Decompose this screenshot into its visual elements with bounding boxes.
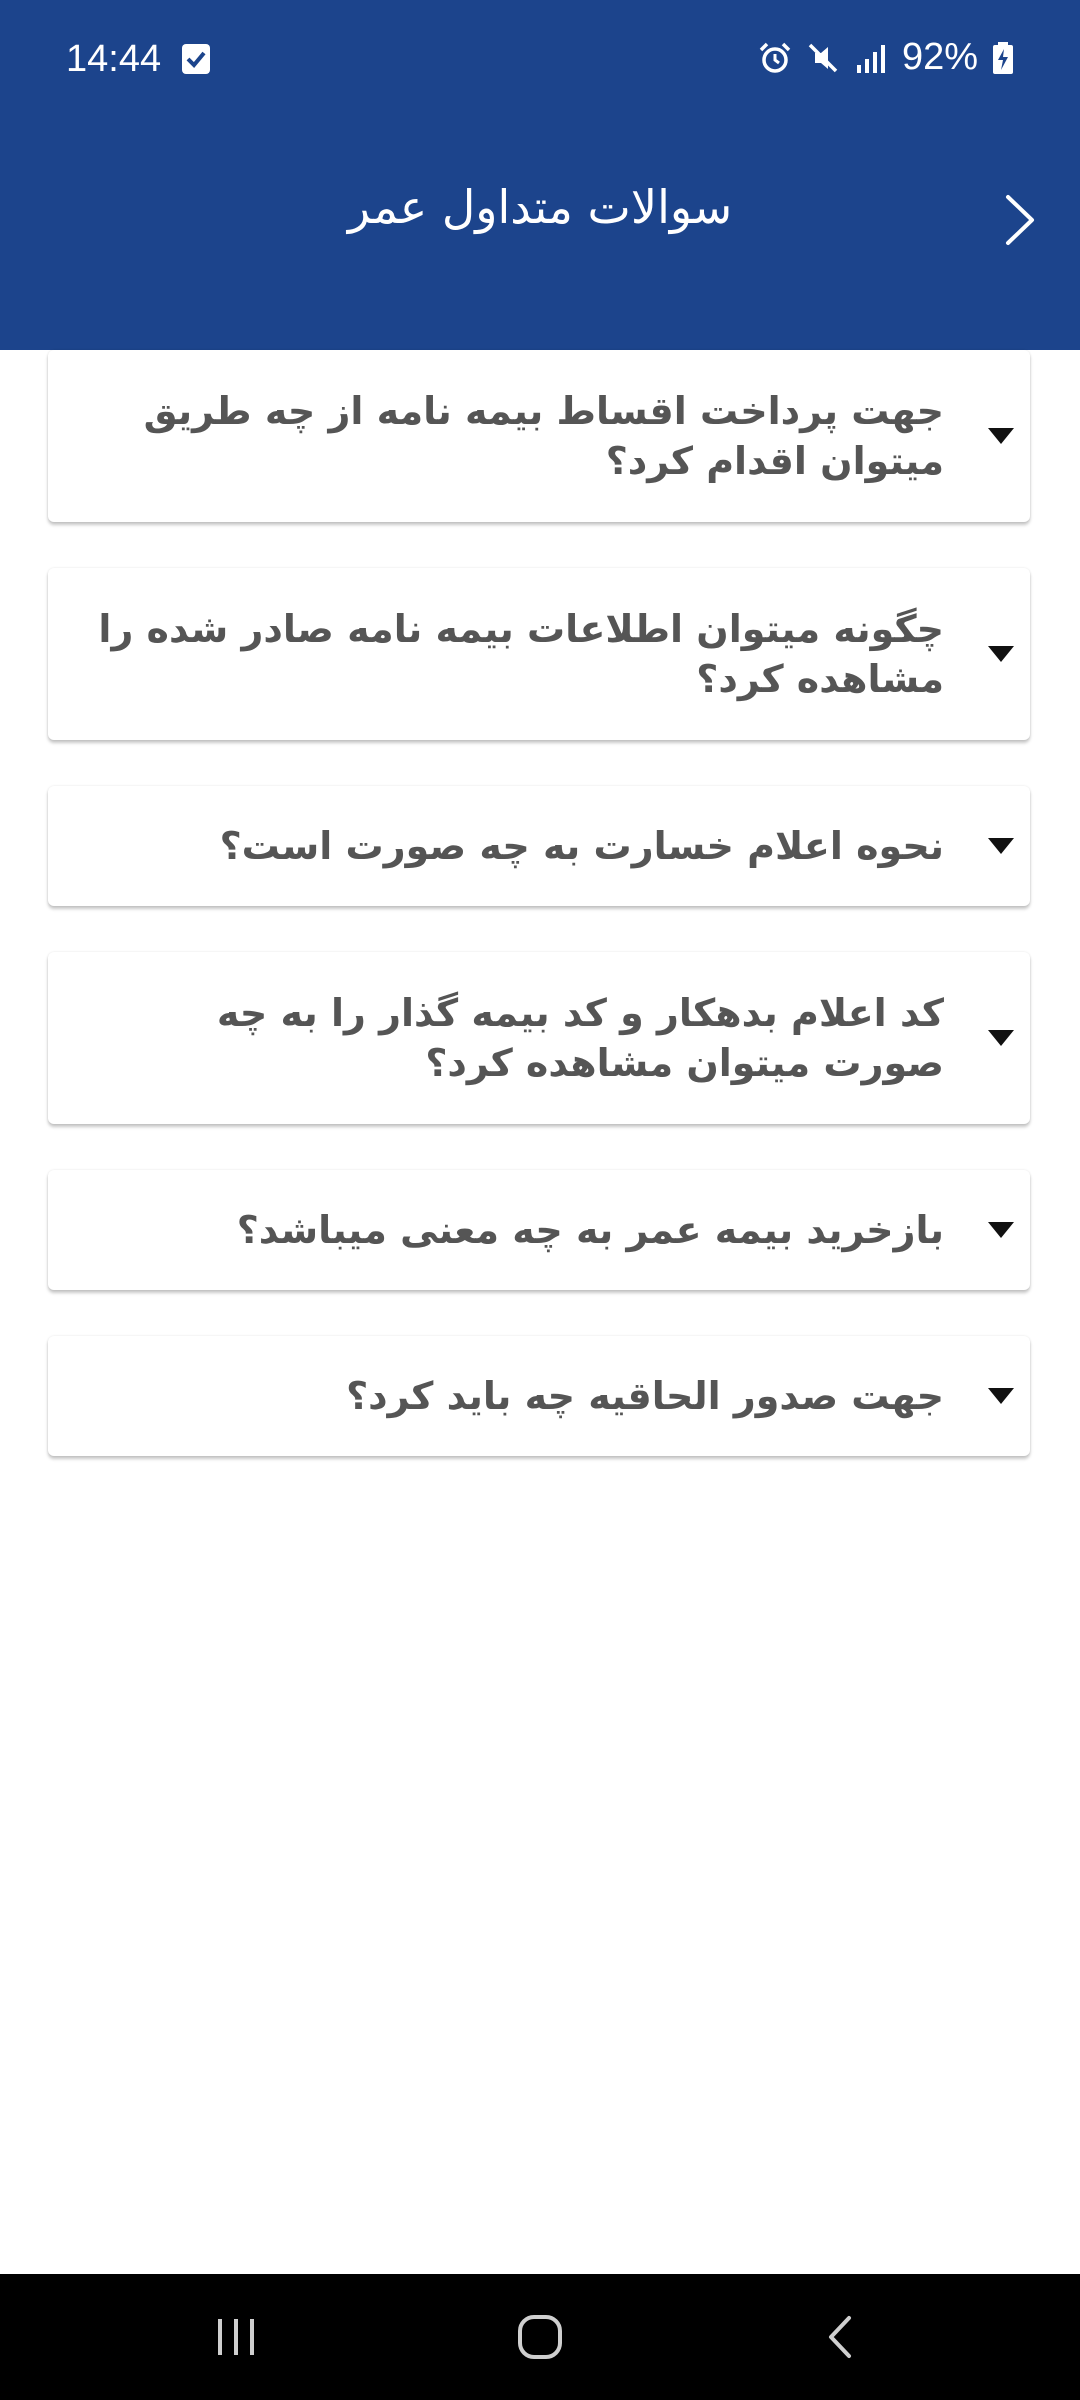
recent-apps-button[interactable] xyxy=(176,2274,296,2400)
app-bar: 14:44 92% سوالات متداول عمر xyxy=(0,0,1080,350)
alarm-icon xyxy=(759,42,791,73)
notification-check-icon xyxy=(182,44,210,74)
faq-item[interactable]: جهت صدور الحاقیه چه باید کرد؟ xyxy=(48,1336,1030,1456)
caret-down-icon xyxy=(988,1388,1014,1404)
battery-percent: 92% xyxy=(901,36,978,78)
signal-icon xyxy=(856,44,885,73)
caret-down-icon xyxy=(988,646,1014,662)
faq-item[interactable]: جهت پرداخت اقساط بیمه نامه از چه طریق می… xyxy=(48,350,1030,522)
faq-question: جهت صدور الحاقیه چه باید کرد؟ xyxy=(346,1374,944,1418)
back-nav-button[interactable] xyxy=(780,2274,900,2400)
faq-item[interactable]: نحوه اعلام خسارت به چه صورت است؟ xyxy=(48,786,1030,906)
system-nav-bar xyxy=(0,2274,1080,2400)
home-button[interactable] xyxy=(480,2274,600,2400)
caret-down-icon xyxy=(988,428,1014,444)
faq-question: کد اعلام بدهکار و کد بیمه گذار را به چه … xyxy=(216,991,944,1085)
back-button[interactable] xyxy=(990,180,1050,260)
faq-item[interactable]: بازخرید بیمه عمر به چه معنی میباشد؟ xyxy=(48,1170,1030,1290)
mute-icon xyxy=(808,43,838,72)
caret-down-icon xyxy=(988,1222,1014,1238)
faq-question: بازخرید بیمه عمر به چه معنی میباشد؟ xyxy=(236,1208,944,1252)
back-arrow-icon xyxy=(829,2316,851,2358)
caret-down-icon xyxy=(988,838,1014,854)
chevron-right-icon xyxy=(1006,195,1034,245)
faq-question: چگونه میتوان اطلاعات بیمه نامه صادر شده … xyxy=(98,607,944,701)
faq-question: نحوه اعلام خسارت به چه صورت است؟ xyxy=(219,824,944,868)
home-icon xyxy=(518,2315,562,2359)
faq-item[interactable]: کد اعلام بدهکار و کد بیمه گذار را به چه … xyxy=(48,952,1030,1124)
faq-item[interactable]: چگونه میتوان اطلاعات بیمه نامه صادر شده … xyxy=(48,568,1030,740)
status-icons: 92% xyxy=(758,36,1014,79)
status-time: 14:44 xyxy=(66,38,162,80)
faq-question: جهت پرداخت اقساط بیمه نامه از چه طریق می… xyxy=(143,389,944,483)
battery-charging-icon xyxy=(993,41,1013,74)
page-title: سوالات متداول عمر xyxy=(347,180,733,234)
recent-apps-icon xyxy=(218,2319,254,2355)
caret-down-icon xyxy=(988,1030,1014,1046)
